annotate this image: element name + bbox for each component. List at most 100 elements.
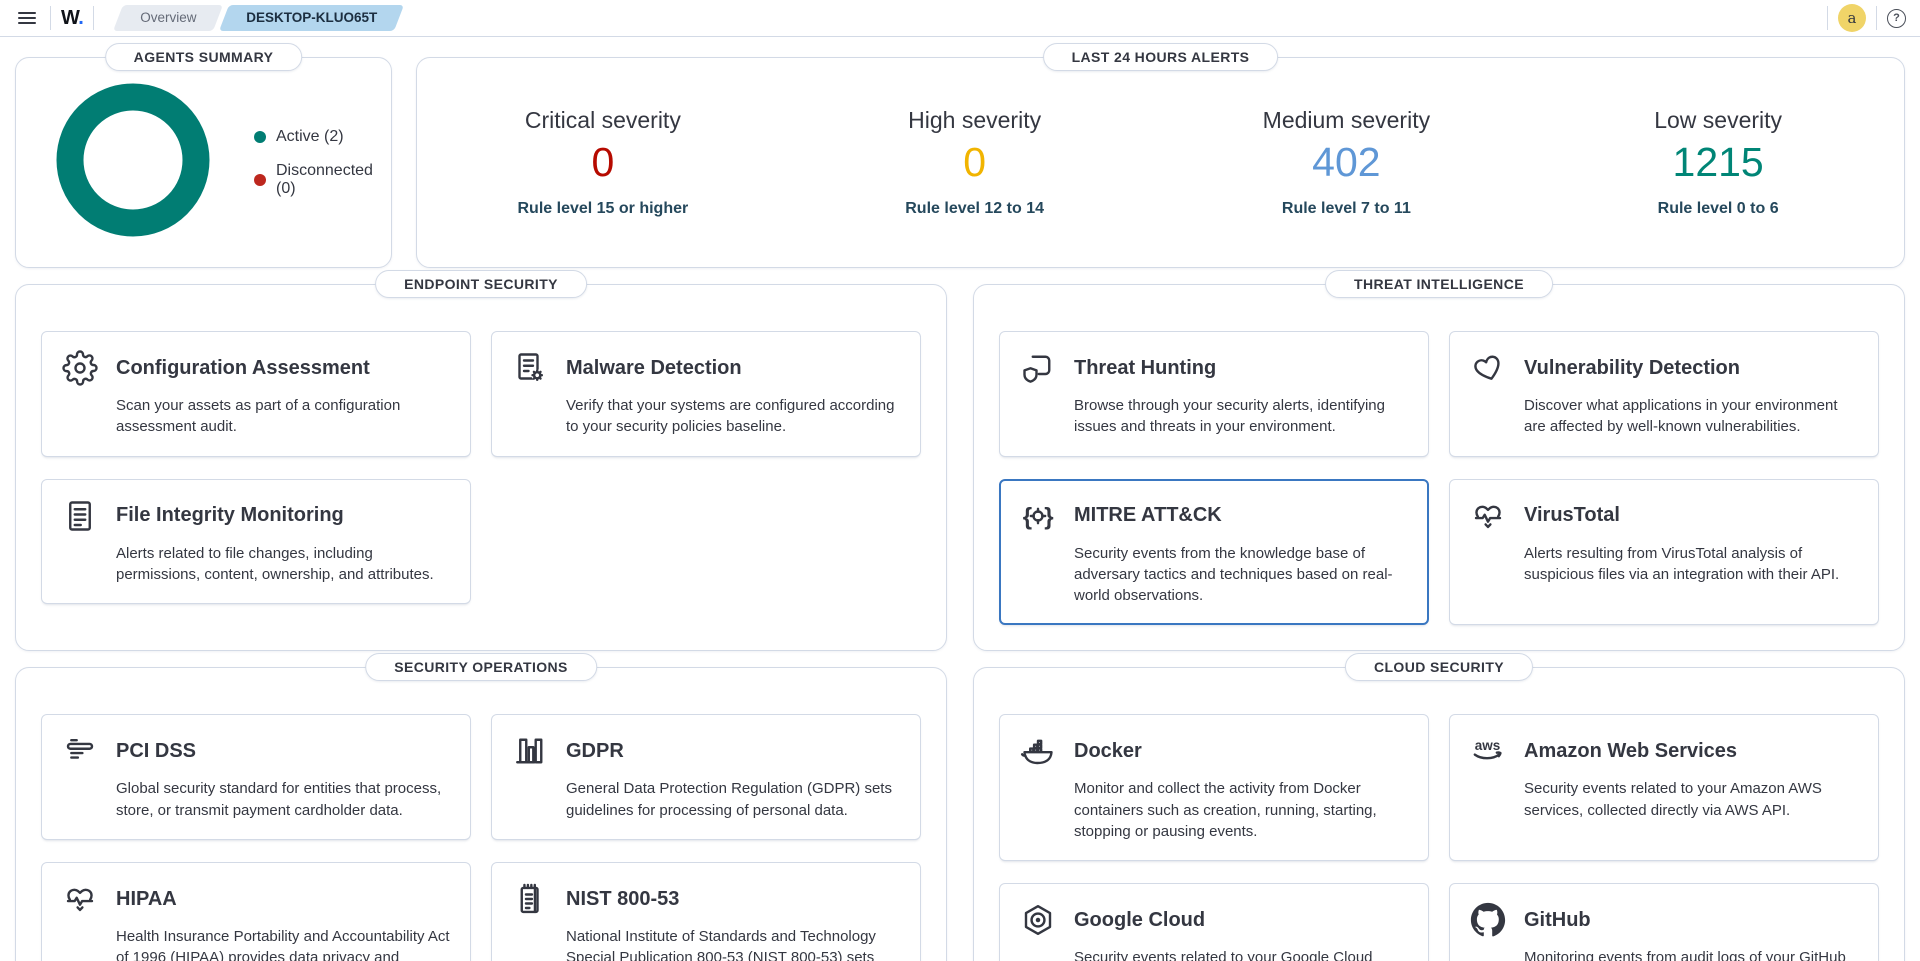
top-navigation-bar: W. Overview DESKTOP-KLUO65T a ? bbox=[0, 0, 1920, 37]
stat-label: High severity bbox=[908, 107, 1041, 134]
aws-icon: aws bbox=[1470, 733, 1506, 769]
gdpr-icon bbox=[512, 733, 548, 769]
stat-value: 0 bbox=[591, 140, 614, 185]
cards-grid: Threat Hunting Browse through your securi… bbox=[999, 331, 1879, 625]
card-mitre-att-ck[interactable]: {} MITRE ATT&CK Security events from the k… bbox=[999, 479, 1429, 626]
card-title: GDPR bbox=[566, 740, 624, 763]
last-24-hours-alerts-panel: LAST 24 HOURS ALERTS Critical severity 0… bbox=[416, 57, 1905, 268]
card-title: NIST 800-53 bbox=[566, 888, 679, 911]
svg-text:aws: aws bbox=[1475, 739, 1501, 754]
section-title: THREAT INTELLIGENCE bbox=[1325, 270, 1553, 298]
card-description: Alerts resulting from VirusTotal analysi… bbox=[1524, 543, 1858, 586]
card-docker[interactable]: DockerMonitor and collect the activity f… bbox=[999, 714, 1429, 861]
section-security-operations: SECURITY OPERATIONSPCI DSSGlobal securit… bbox=[15, 667, 947, 961]
help-icon[interactable]: ? bbox=[1887, 9, 1906, 28]
docker-icon bbox=[1020, 733, 1056, 769]
threat-hunting-icon bbox=[1020, 350, 1056, 386]
card-title: VirusTotal bbox=[1524, 504, 1620, 527]
legend-item-active: Active (2) bbox=[254, 128, 391, 146]
stat-label: Medium severity bbox=[1263, 107, 1430, 134]
section-cloud-security: CLOUD SECURITYDockerMonitor and collect … bbox=[973, 667, 1905, 961]
card-github[interactable]: GitHubMonitoring events from audit logs … bbox=[1449, 883, 1879, 961]
card-title: Docker bbox=[1074, 740, 1142, 763]
card-title: Google Cloud bbox=[1074, 909, 1205, 932]
card-description: Health Insurance Portability and Account… bbox=[116, 926, 450, 961]
agents-summary-title: AGENTS SUMMARY bbox=[105, 43, 303, 71]
divider bbox=[1827, 6, 1828, 30]
divider bbox=[50, 6, 51, 30]
wazuh-logo[interactable]: W. bbox=[61, 7, 83, 30]
agents-legend: Active (2) Disconnected (0) bbox=[254, 128, 391, 198]
nist-800-53-icon bbox=[512, 881, 548, 917]
legend-label: Active (2) bbox=[276, 128, 344, 146]
card-title: MITRE ATT&CK bbox=[1074, 504, 1222, 527]
card-file-integrity-monitoring[interactable]: File Integrity Monitoring Alerts related … bbox=[41, 479, 471, 605]
card-google-cloud[interactable]: Google Cloud Security events related to y… bbox=[999, 883, 1429, 961]
card-description: Security events from the knowledge base … bbox=[1074, 543, 1408, 607]
stat-critical-severity: Critical severity 0 Rule level 15 or hig… bbox=[417, 107, 789, 217]
stat-sub: Rule level 12 to 14 bbox=[905, 200, 1044, 218]
stat-sub: Rule level 15 or higher bbox=[518, 200, 689, 218]
card-description: Security events related to your Amazon A… bbox=[1524, 778, 1858, 821]
card-description: Verify that your systems are configured … bbox=[566, 395, 900, 438]
stat-sub: Rule level 0 to 6 bbox=[1658, 200, 1779, 218]
malware-detection-icon bbox=[512, 350, 548, 386]
card-gdpr[interactable]: GDPR General Data Protection Regulation (… bbox=[491, 714, 921, 840]
card-vulnerability-detection[interactable]: Vulnerability Detection Discover what app… bbox=[1449, 331, 1879, 457]
legend-item-disconnected: Disconnected (0) bbox=[254, 162, 391, 198]
user-avatar[interactable]: a bbox=[1838, 4, 1866, 32]
card-title: Malware Detection bbox=[566, 357, 742, 380]
divider bbox=[93, 6, 94, 30]
sections-row-1: ENDPOINT SECURITYConfiguration Assessmen… bbox=[15, 284, 1905, 651]
card-description: General Data Protection Regulation (GDPR… bbox=[566, 778, 900, 821]
card-description: Discover what applications in your envir… bbox=[1524, 395, 1858, 438]
section-title: CLOUD SECURITY bbox=[1345, 653, 1533, 681]
card-virustotal[interactable]: VirusTotal Alerts resulting from VirusTot… bbox=[1449, 479, 1879, 626]
pci-dss-icon bbox=[62, 733, 98, 769]
card-title: Threat Hunting bbox=[1074, 357, 1216, 380]
card-amazon-web-services[interactable]: aws Amazon Web Services Security events re… bbox=[1449, 714, 1879, 861]
stat-value: 0 bbox=[963, 140, 986, 185]
card-pci-dss[interactable]: PCI DSSGlobal security standard for enti… bbox=[41, 714, 471, 840]
stat-high-severity: High severity 0 Rule level 12 to 14 bbox=[789, 107, 1161, 217]
tab-overview[interactable]: Overview bbox=[113, 5, 223, 31]
vulnerability-detection-icon bbox=[1470, 350, 1506, 386]
alerts-panel-title: LAST 24 HOURS ALERTS bbox=[1043, 43, 1279, 71]
card-description: Global security standard for entities th… bbox=[116, 778, 450, 821]
cards-grid: Configuration Assessment Scan your assets… bbox=[41, 331, 921, 625]
hipaa-icon bbox=[62, 881, 98, 917]
file-integrity-monitoring-icon bbox=[62, 498, 98, 534]
card-title: HIPAA bbox=[116, 888, 177, 911]
github-icon bbox=[1470, 902, 1506, 938]
card-description: Alerts related to file changes, includin… bbox=[116, 543, 450, 586]
sections-row-2: SECURITY OPERATIONSPCI DSSGlobal securit… bbox=[15, 667, 1905, 961]
tab-agent-desktop-kluo65t[interactable]: DESKTOP-KLUO65T bbox=[219, 5, 404, 31]
card-title: Vulnerability Detection bbox=[1524, 357, 1740, 380]
mitre-attack-icon: {} bbox=[1020, 498, 1056, 534]
card-title: GitHub bbox=[1524, 909, 1591, 932]
alerts-stats: Critical severity 0 Rule level 15 or hig… bbox=[417, 107, 1904, 217]
cards-grid: DockerMonitor and collect the activity f… bbox=[999, 714, 1879, 961]
card-nist-800-53[interactable]: NIST 800-53National Institute of Standar… bbox=[491, 862, 921, 961]
card-hipaa[interactable]: HIPAA Health Insurance Portability and Ac… bbox=[41, 862, 471, 961]
card-threat-hunting[interactable]: Threat Hunting Browse through your securi… bbox=[999, 331, 1429, 457]
menu-icon[interactable] bbox=[14, 5, 40, 31]
agents-donut bbox=[54, 81, 212, 244]
breadcrumb-tabs: Overview DESKTOP-KLUO65T bbox=[118, 5, 398, 31]
card-title: File Integrity Monitoring bbox=[116, 504, 344, 527]
stat-sub: Rule level 7 to 11 bbox=[1282, 200, 1411, 218]
stat-value: 402 bbox=[1312, 140, 1380, 185]
google-cloud-icon bbox=[1020, 902, 1056, 938]
card-description: Scan your assets as part of a configurat… bbox=[116, 395, 450, 438]
card-description: Browse through your security alerts, ide… bbox=[1074, 395, 1408, 438]
active-dot bbox=[254, 131, 266, 143]
card-configuration-assessment[interactable]: Configuration Assessment Scan your assets… bbox=[41, 331, 471, 457]
section-endpoint-security: ENDPOINT SECURITYConfiguration Assessmen… bbox=[15, 284, 947, 651]
card-title: Configuration Assessment bbox=[116, 357, 370, 380]
tab-label: Overview bbox=[141, 10, 197, 25]
section-title: SECURITY OPERATIONS bbox=[365, 653, 597, 681]
card-description: Security events related to your Google C… bbox=[1074, 947, 1408, 961]
card-title: Amazon Web Services bbox=[1524, 740, 1737, 763]
card-malware-detection[interactable]: Malware Detection Verify that your system… bbox=[491, 331, 921, 457]
section-title: ENDPOINT SECURITY bbox=[375, 270, 587, 298]
